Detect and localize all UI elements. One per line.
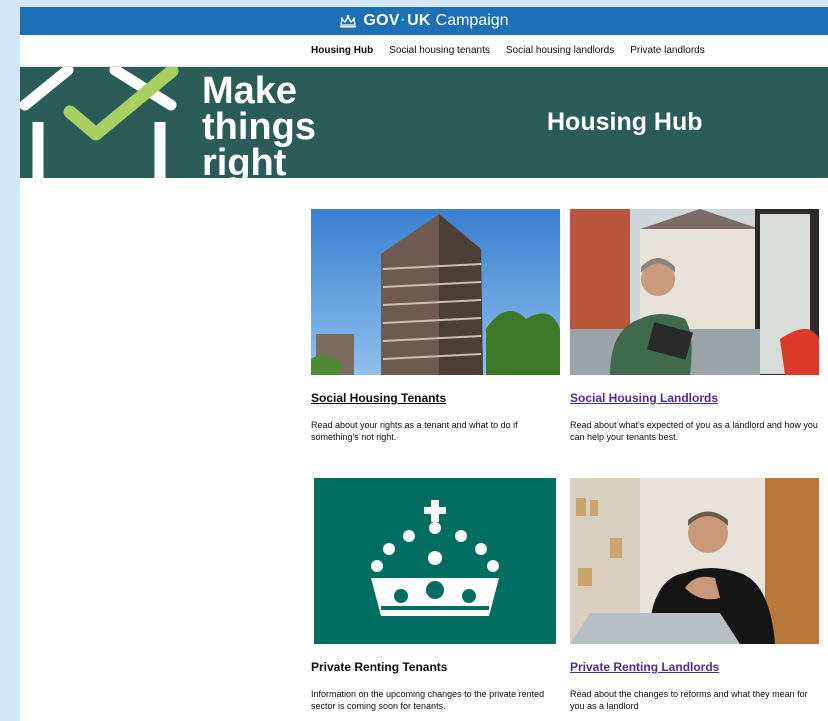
hero-banner: Make things right Housing Hub — [20, 67, 828, 178]
card-title-link[interactable]: Social Housing Landlords — [570, 391, 819, 405]
nav-item-housing-hub[interactable]: Housing Hub — [311, 45, 373, 56]
landlord-laptop-photo[interactable] — [570, 478, 819, 644]
hero-title: Housing Hub — [547, 108, 703, 136]
primary-navigation: Housing Hub Social housing tenants Socia… — [20, 35, 828, 67]
card-title[interactable]: Social Housing Tenants — [311, 391, 560, 405]
card-private-renting-tenants: Private Renting Tenants Information on t… — [311, 478, 560, 712]
card-title: Private Renting Tenants — [311, 660, 448, 674]
house-check-logo — [20, 67, 179, 178]
nav-item-social-housing-landlords[interactable]: Social housing landlords — [506, 45, 614, 56]
brand-dot: · — [400, 12, 407, 29]
govuk-logo[interactable]: GOV·UK — [363, 12, 430, 30]
card-description: Information on the upcoming changes to t… — [311, 689, 545, 711]
hero-slogan: Make things right — [202, 72, 316, 178]
crown-icon — [340, 14, 357, 28]
card-social-housing-tenants: Social Housing Tenants Read about your r… — [311, 209, 560, 443]
slogan-line-3: right — [202, 142, 287, 178]
card-title-link[interactable]: Private Renting Landlords — [570, 660, 819, 674]
govuk-header: GOV·UK Campaign — [20, 7, 828, 35]
tower-block-photo[interactable] — [311, 209, 560, 375]
brand-prefix: GOV — [363, 12, 400, 29]
crown-logo-tile[interactable] — [311, 478, 560, 644]
card-description: Read about the changes to reforms and wh… — [570, 689, 808, 711]
card-social-housing-landlords: Social Housing Landlords Read about what… — [570, 209, 819, 443]
card-description: Read about your rights as a tenant and w… — [311, 420, 518, 442]
card-private-renting-landlords: Private Renting Landlords Read about the… — [570, 478, 819, 712]
landlord-photo[interactable] — [570, 209, 819, 375]
card-description: Read about what's expected of you as a l… — [570, 420, 818, 442]
page: GOV·UK Campaign Housing Hub Social housi… — [20, 7, 828, 721]
nav-item-social-housing-tenants[interactable]: Social housing tenants — [389, 45, 490, 56]
campaign-label: Campaign — [435, 12, 509, 29]
nav-item-private-landlords[interactable]: Private landlords — [630, 45, 704, 56]
brand-suffix: UK — [407, 12, 431, 29]
